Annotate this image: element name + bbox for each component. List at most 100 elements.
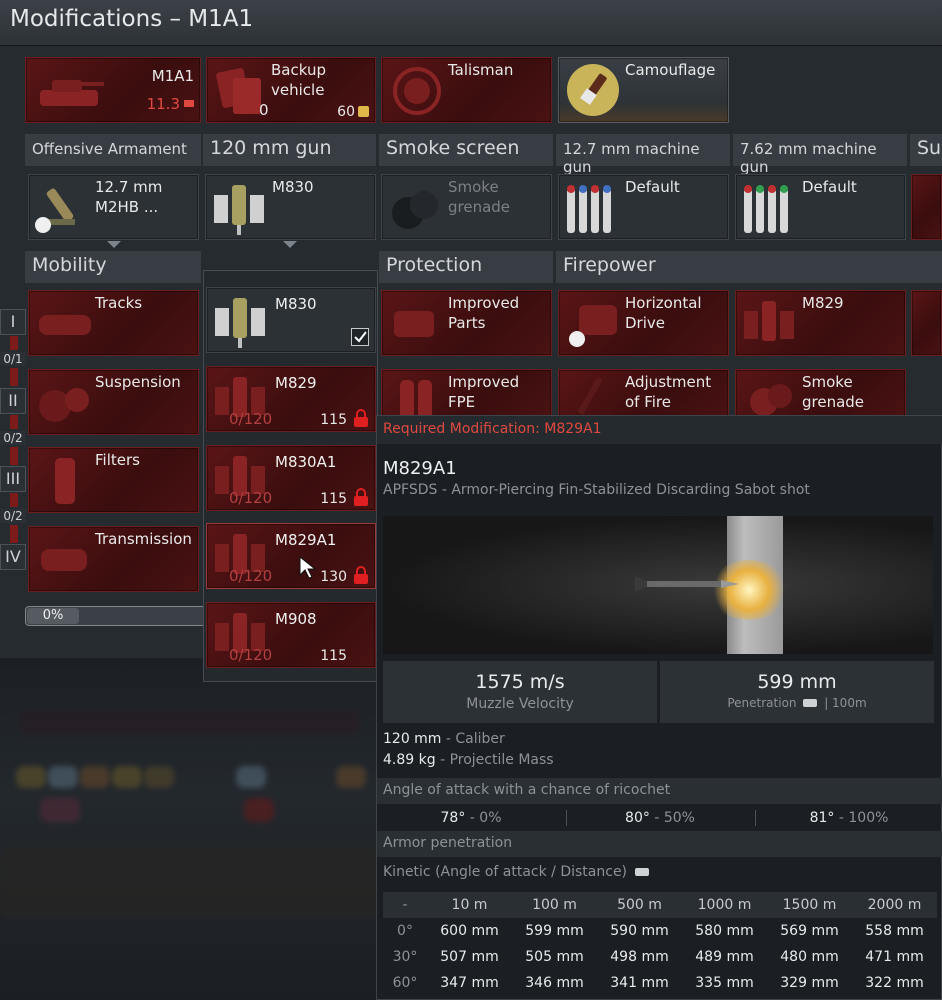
shell-count: 0/120 [229, 410, 273, 428]
penetration-caption: Penetration | 100m [660, 696, 934, 710]
smoke-grenade-icon [392, 191, 438, 229]
vehicle-slot-m1a1[interactable]: M1A1 11.3 [25, 57, 201, 123]
tier-2-progress-lower [10, 447, 18, 465]
battle-rating: 11.3 [146, 95, 180, 113]
parts-icon [394, 311, 434, 337]
mass-label: - Projectile Mass [440, 752, 554, 768]
transmission-icon [41, 549, 87, 571]
shell-tooltip: Required Modification: M829A1 M829A1 APF… [376, 415, 942, 1000]
angle-header: 30° [392, 949, 418, 965]
improved-fpe-label: Improved FPE [448, 373, 520, 411]
kinetic-title: Kinetic (Angle of attack / Distance) [383, 864, 628, 880]
suspension-label: Suspension [95, 373, 181, 391]
mouse-cursor-icon [299, 556, 317, 579]
ricochet-cell: 81° - 100% [755, 806, 942, 830]
tank-icon [40, 80, 104, 106]
table-corner: - [383, 892, 427, 918]
mod-suspension[interactable]: Suspension [28, 369, 199, 435]
mod-filters[interactable]: Filters [28, 447, 199, 513]
table-cell: 600 mm [440, 923, 499, 939]
table-cell: 489 mm [695, 949, 754, 965]
mod-m829[interactable]: M829 [735, 290, 906, 356]
shell-option-m829a1[interactable]: M829A1 0/120 130 [206, 523, 376, 589]
shell-price: 115 [320, 412, 347, 428]
filter-icon [55, 458, 75, 504]
mod-improved-fpe[interactable]: Improved FPE [381, 369, 552, 419]
shell-option-m830a1[interactable]: M830A1 0/120 115 [206, 445, 376, 511]
shell-count: 0/120 [229, 646, 273, 664]
research-progress-label: 0% [27, 608, 79, 624]
camouflage-label: Camouflage [625, 61, 716, 79]
mod-tracks[interactable]: Tracks [28, 290, 199, 356]
weapon-slot-gun-shell[interactable]: M830 [205, 174, 376, 240]
table-cell: 498 mm [610, 949, 669, 965]
penetration-box: 599 mm Penetration | 100m [660, 661, 934, 723]
lock-icon [354, 409, 368, 427]
ricochet-chance: - 100% [838, 810, 889, 826]
mod-smoke-grenade[interactable]: Smoke grenade [735, 369, 906, 419]
chevron-down-icon [107, 241, 121, 248]
smoke-grenade-icon [750, 384, 792, 416]
machine-gun-icon [35, 188, 75, 233]
camouflage-slot[interactable]: Camouflage [558, 57, 729, 123]
suspension-icon [39, 388, 89, 422]
table-cell: 569 mm [780, 923, 839, 939]
mod-firepower-extra[interactable] [911, 290, 942, 356]
table-cell: 507 mm [440, 949, 499, 965]
drive-icon [569, 305, 617, 347]
filters-label: Filters [95, 451, 140, 469]
horizontal-drive-label: Horizontal Drive [625, 294, 702, 332]
mg-ammo-label: Default [802, 178, 857, 196]
table-cell: 335 mm [695, 975, 754, 991]
mod-horizontal-drive[interactable]: Horizontal Drive [558, 290, 729, 356]
tooltip-shell-name: M829A1 [383, 458, 457, 479]
table-cell: 480 mm [780, 949, 839, 965]
shell-price: 115 [320, 648, 347, 664]
protection-header: Protection [379, 251, 553, 283]
table-row: 0° 600 mm 599 mm 590 mm 580 mm 569 mm 55… [383, 918, 937, 944]
backup-vehicle-slot[interactable]: Backup vehicle 0 60 [206, 57, 376, 123]
ammo-belt-icon [567, 185, 611, 233]
weapon-slot-mg-ammo[interactable]: Default [735, 174, 906, 240]
weapon-slot-support[interactable] [911, 174, 942, 240]
penetration-table: - 10 m 100 m 500 m 1000 m 1500 m 2000 m … [383, 892, 937, 996]
vehicle-name: M1A1 [151, 67, 194, 85]
backup-count: 0 [259, 101, 269, 119]
table-cell: 558 mm [865, 923, 924, 939]
firepower-header: Firepower [556, 251, 942, 283]
distance-header: 1500 m [767, 892, 852, 918]
shell-option-m830[interactable]: M830 [206, 287, 376, 353]
smoke-grenade-label: Smoke grenade [448, 178, 511, 216]
weapon-slot-hmg-mount[interactable]: 12.7 mm M2HB ... [28, 174, 199, 240]
window-title-bar: Modifications – M1A1 [0, 0, 942, 46]
shell-count: 0/120 [229, 489, 273, 507]
talisman-icon [393, 67, 441, 115]
penetration-illustration [383, 516, 933, 654]
mod-adjustment-of-fire[interactable]: Adjustment of Fire [558, 369, 729, 419]
weapon-slot-smoke[interactable]: Smoke grenade [381, 174, 552, 240]
shell-dropdown[interactable]: M830 M829 0/120 115 M830A1 0/120 115 M82… [203, 270, 378, 682]
tooltip-shell-description: APFSDS - Armor-Piercing Fin-Stabilized D… [383, 482, 810, 498]
hmg-header: 12.7 mm machine gun [556, 134, 730, 176]
shell-name: M830A1 [275, 453, 337, 471]
muzzle-velocity-box: 1575 m/s Muzzle Velocity [383, 661, 657, 723]
ricochet-chance: - 0% [469, 810, 502, 826]
required-modification: Required Modification: M829A1 [377, 416, 942, 444]
mod-improved-parts[interactable]: Improved Parts [381, 290, 552, 356]
talisman-slot[interactable]: Talisman [381, 57, 552, 123]
shell-name: M829A1 [275, 531, 337, 549]
kinetic-title-row: Kinetic (Angle of attack / Distance) [383, 864, 650, 880]
tier-2-progress [10, 415, 18, 429]
tracks-icon [39, 315, 91, 335]
lock-icon [354, 488, 368, 506]
shell-option-m829[interactable]: M829 0/120 115 [206, 366, 376, 432]
table-cell: 347 mm [440, 975, 499, 991]
shell-option-m908[interactable]: M908 0/120 115 [206, 602, 376, 668]
weapon-slot-hmg-ammo[interactable]: Default [558, 174, 729, 240]
mod-transmission[interactable]: Transmission [28, 526, 199, 592]
ricochet-cell: 80° - 50% [566, 806, 754, 830]
projectile-small-icon [635, 868, 650, 876]
transmission-label: Transmission [95, 530, 192, 548]
table-cell: 322 mm [865, 975, 924, 991]
ricochet-angle: 78° [440, 810, 466, 826]
